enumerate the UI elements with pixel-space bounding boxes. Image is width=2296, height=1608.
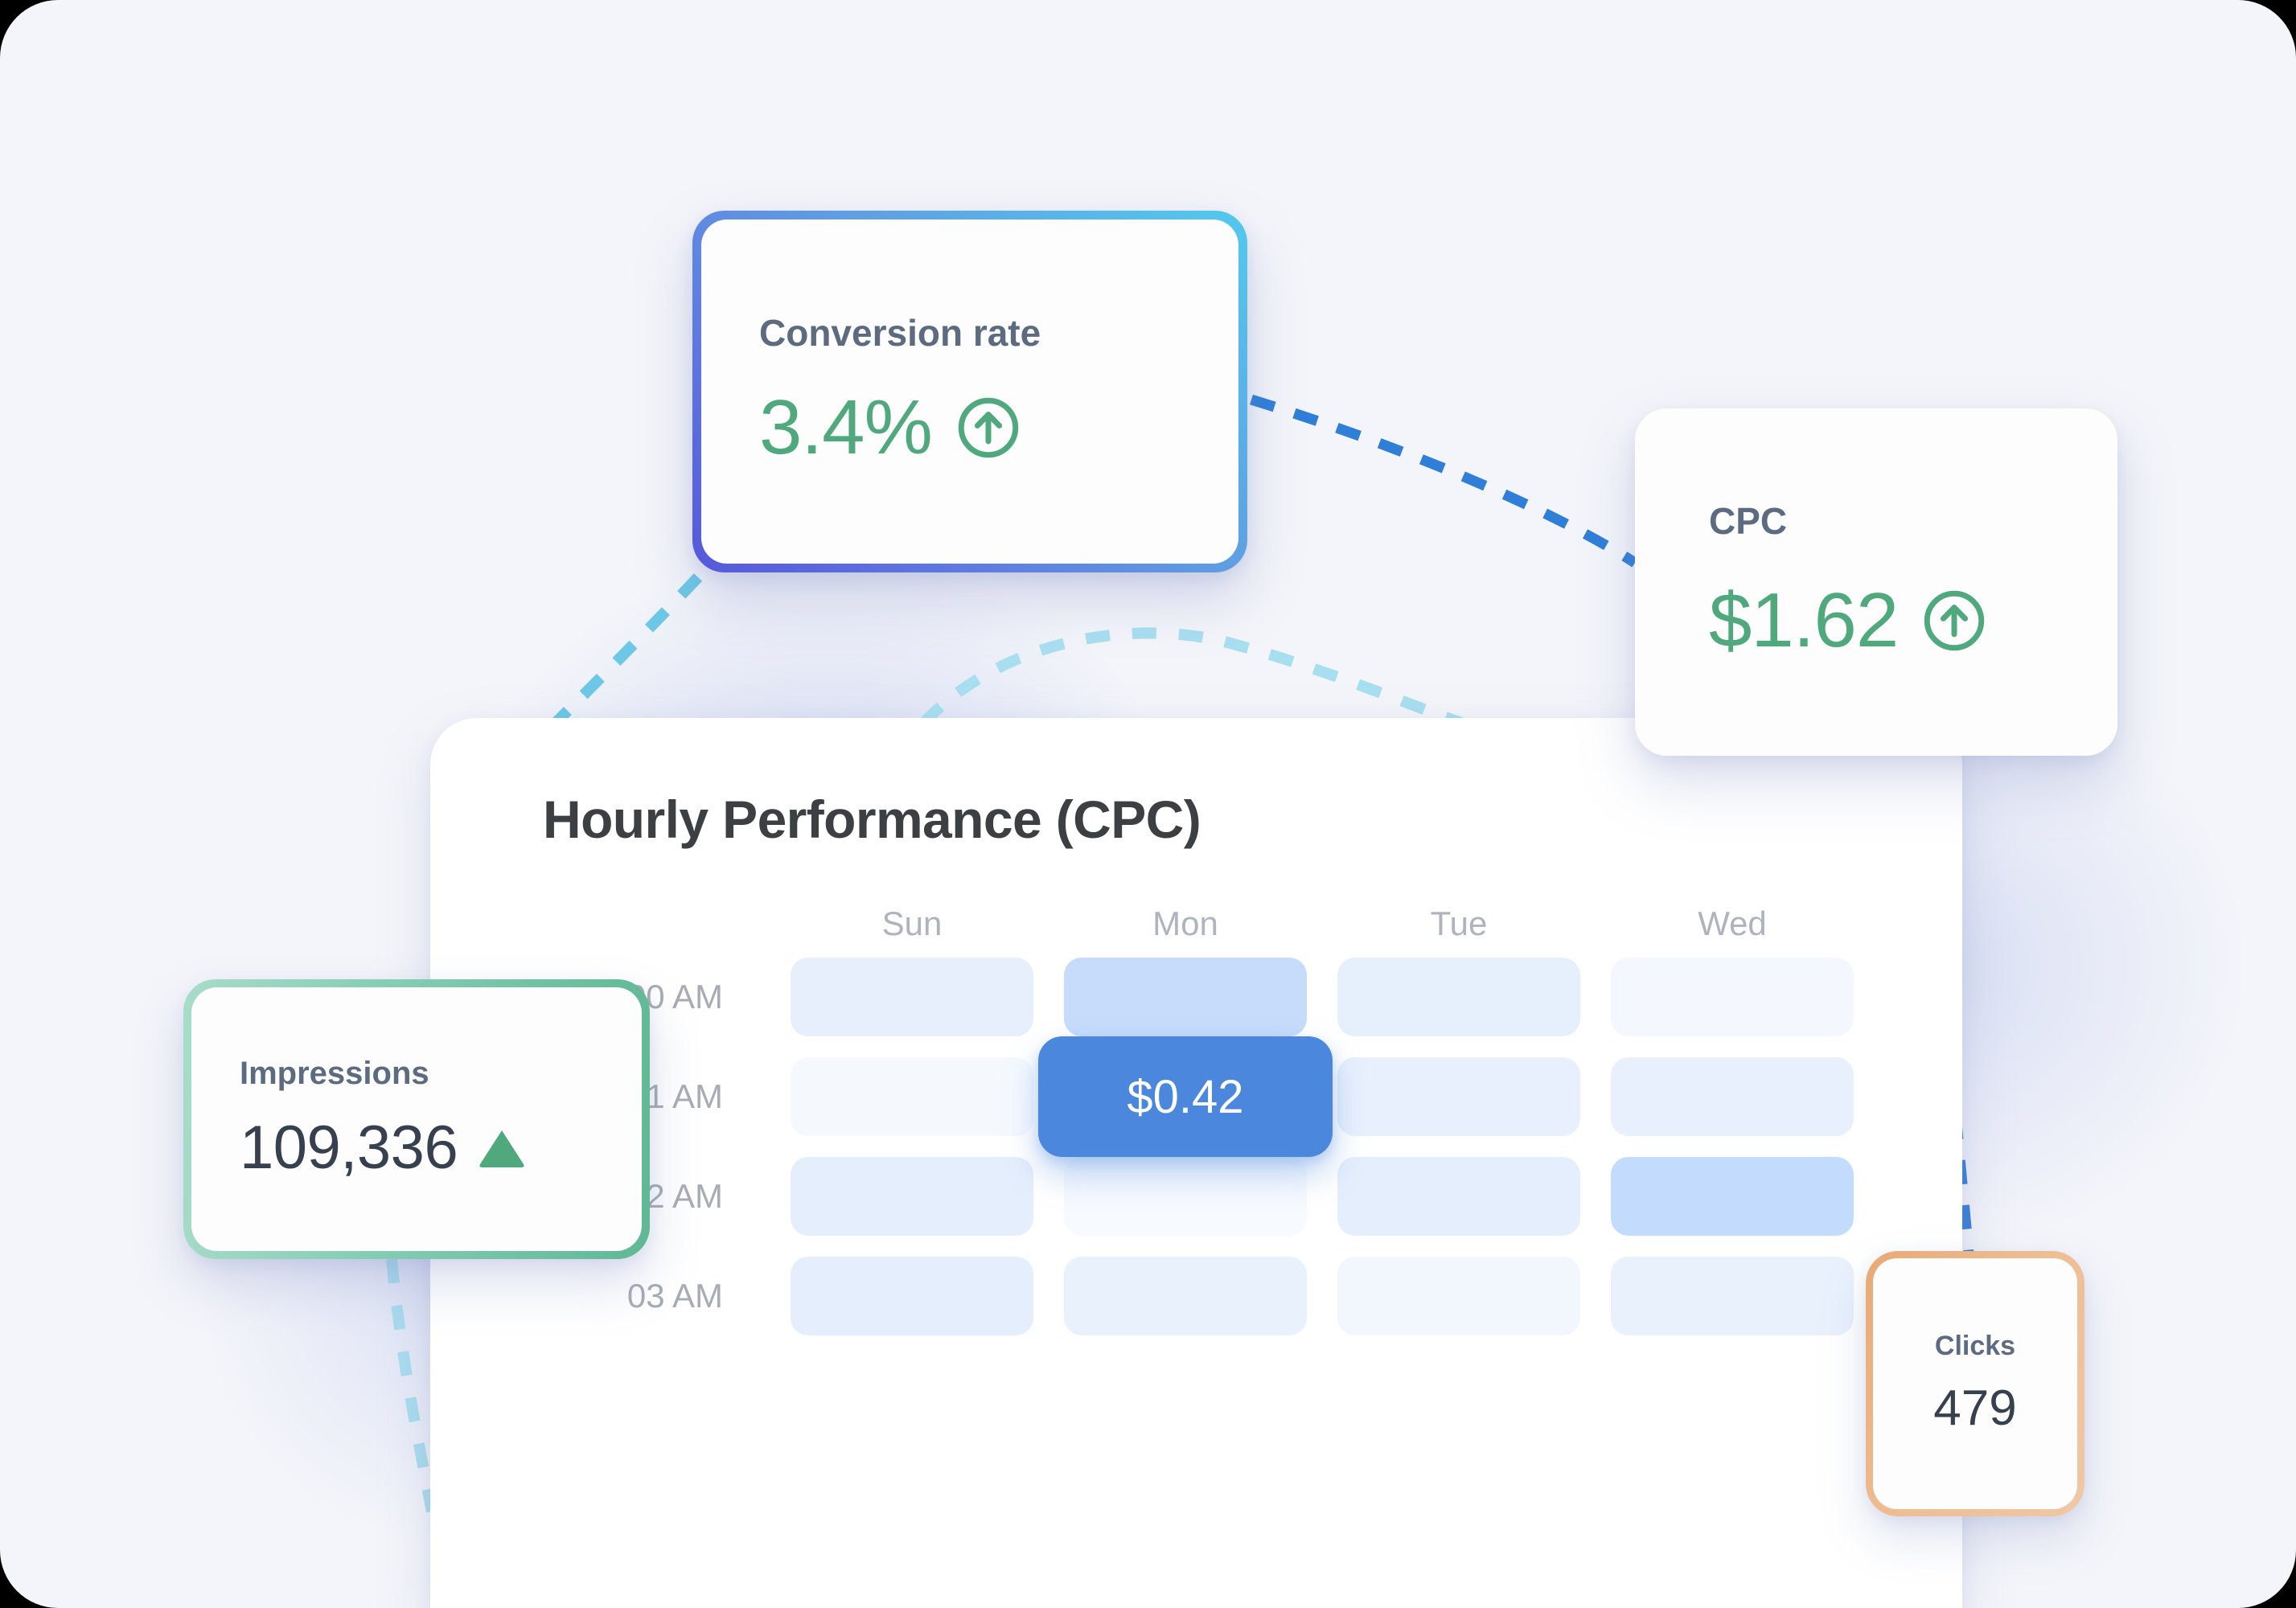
- heatmap-cell-tue-03[interactable]: [1337, 1257, 1580, 1335]
- heatmap-row: 02 AM: [543, 1157, 1854, 1236]
- heatmap-cell-mon-03[interactable]: [1064, 1257, 1307, 1335]
- connector-conversion-to-panel: [551, 573, 703, 728]
- arrow-up-circle-icon: [1919, 585, 1990, 656]
- triangle-up-icon: [477, 1126, 527, 1171]
- heatmap-cell-tue-00[interactable]: [1337, 958, 1580, 1036]
- heatmap-day-mon: Mon: [1152, 904, 1218, 942]
- metric-value-clicks: 479: [1933, 1380, 2017, 1436]
- metric-card-cpc[interactable]: CPC $1.62: [1635, 408, 2117, 756]
- metric-value-conversion-rate: 3.4%: [759, 384, 933, 470]
- hourly-performance-panel: Hourly Performance (CPC) Sun Mon Tue Wed…: [430, 718, 1962, 1608]
- heatmap-cell-mon-02[interactable]: [1064, 1157, 1307, 1236]
- arrow-up-circle-icon: [953, 392, 1024, 463]
- heatmap-cell-wed-03[interactable]: [1611, 1257, 1854, 1335]
- heatmap-cell-wed-02[interactable]: [1611, 1157, 1854, 1236]
- metric-label-impressions: Impressions: [240, 1056, 429, 1091]
- metric-card-conversion-rate[interactable]: Conversion rate 3.4%: [692, 211, 1247, 572]
- heatmap-day-header: Sun Mon Tue Wed: [543, 904, 1854, 943]
- heatmap-hour-label-03: 03 AM: [626, 1277, 723, 1315]
- heatmap-corner-cell: [543, 904, 760, 943]
- heatmap-cell-tue-02[interactable]: [1337, 1157, 1580, 1236]
- metric-label-cpc: CPC: [1709, 500, 1788, 542]
- heatmap-cell-sun-03[interactable]: [791, 1257, 1033, 1335]
- heatmap-cell-sun-01[interactable]: [791, 1057, 1033, 1136]
- metric-label-clicks: Clicks: [1934, 1331, 2016, 1361]
- heatmap-day-sun: Sun: [881, 904, 943, 942]
- heatmap-row: 01 AM $0.42: [543, 1036, 1854, 1157]
- metric-value-impressions: 109,336: [240, 1114, 458, 1182]
- heatmap-cell-mon-00[interactable]: [1064, 958, 1307, 1036]
- heatmap-cell-wed-01[interactable]: [1611, 1057, 1854, 1136]
- heatmap-day-tue: Tue: [1430, 904, 1488, 942]
- cpc-heatmap: Sun Mon Tue Wed 00 AM 01 AM $0.42 02 AM …: [543, 904, 1854, 1356]
- heatmap-cell-sun-00[interactable]: [791, 958, 1033, 1036]
- dashboard-illustration: Hourly Performance (CPC) Sun Mon Tue Wed…: [0, 0, 2296, 1608]
- page-title: Hourly Performance (CPC): [543, 790, 1201, 849]
- heatmap-cell-sun-02[interactable]: [791, 1157, 1033, 1236]
- metric-label-conversion-rate: Conversion rate: [759, 312, 1041, 354]
- heatmap-day-wed: Wed: [1698, 904, 1767, 942]
- heatmap-row: 00 AM: [543, 958, 1854, 1036]
- heatmap-cell-tue-01[interactable]: [1337, 1057, 1580, 1136]
- connector-impressions-down: [386, 1258, 437, 1513]
- metric-value-cpc: $1.62: [1709, 577, 1899, 663]
- heatmap-row: 03 AM: [543, 1257, 1854, 1335]
- connector-panel-arc: [918, 627, 1466, 729]
- metric-card-impressions[interactable]: Impressions 109,336: [183, 979, 650, 1259]
- heatmap-cell-mon-01-selected[interactable]: $0.42: [1038, 1036, 1333, 1157]
- connector-conversion-to-cpc: [1250, 394, 1638, 568]
- metric-card-clicks[interactable]: Clicks 479: [1866, 1251, 2084, 1516]
- heatmap-cell-wed-00[interactable]: [1611, 958, 1854, 1036]
